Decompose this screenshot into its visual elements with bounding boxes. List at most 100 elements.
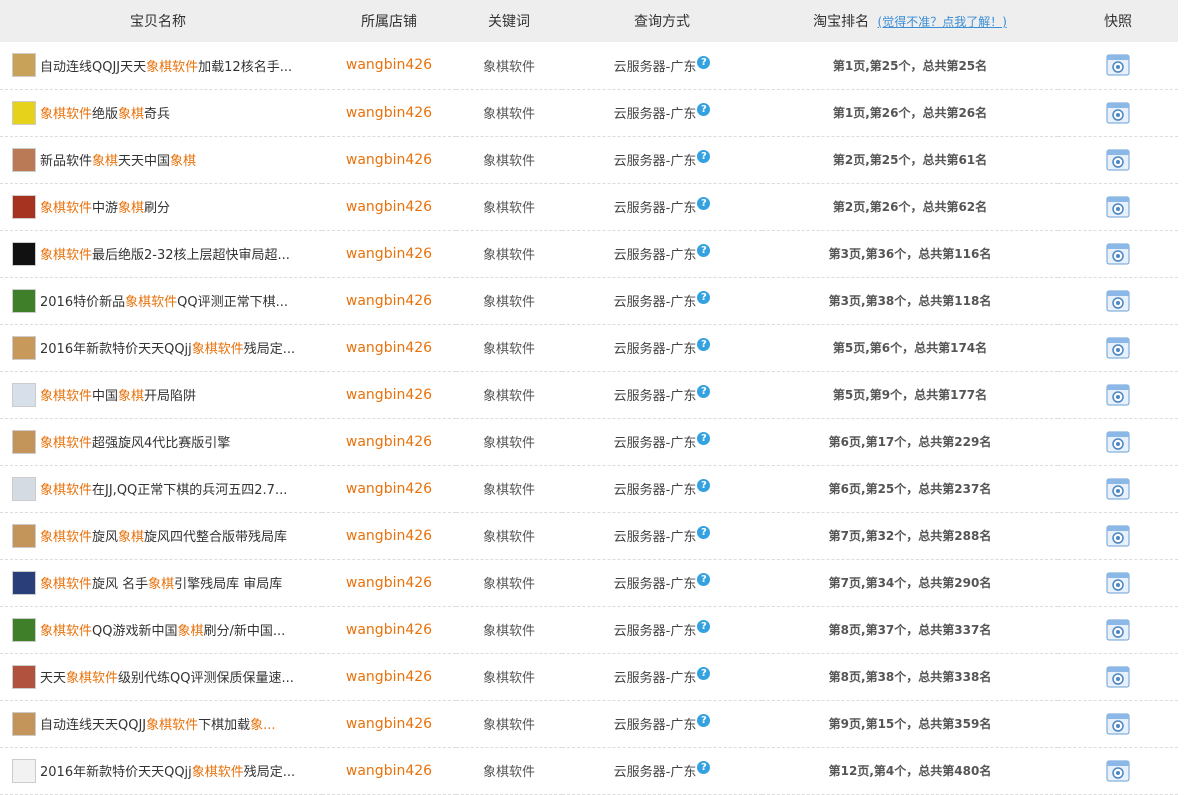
- snapshot-icon[interactable]: [1106, 383, 1130, 407]
- snapshot-icon[interactable]: [1106, 477, 1130, 501]
- item-title-link[interactable]: 象棋软件绝版象棋奇兵: [40, 103, 170, 122]
- store-link[interactable]: wangbin426: [346, 763, 432, 779]
- item-title-link[interactable]: 天天象棋软件级别代练QQ评测保质保量速...: [40, 667, 294, 686]
- store-link[interactable]: wangbin426: [346, 293, 432, 309]
- store-link[interactable]: wangbin426: [346, 246, 432, 262]
- query-method-text: 云服务器-广东: [613, 436, 697, 451]
- item-thumbnail[interactable]: [12, 382, 36, 407]
- snapshot-icon[interactable]: [1106, 430, 1130, 454]
- store-link[interactable]: wangbin426: [346, 669, 432, 685]
- item-thumbnail[interactable]: [12, 194, 36, 219]
- snapshot-icon[interactable]: [1106, 712, 1130, 736]
- question-icon[interactable]: ?: [697, 432, 711, 445]
- item-title-link[interactable]: 象棋软件在JJ,QQ正常下棋的兵河五四2.7...: [40, 479, 287, 498]
- snapshot-cell: [1058, 418, 1178, 465]
- item-name-cell: 象棋软件旋风 名手象棋引擎残局库 审局库: [0, 559, 322, 606]
- question-icon[interactable]: ?: [697, 761, 711, 774]
- item-thumbnail[interactable]: [12, 241, 36, 266]
- store-cell: wangbin426: [322, 136, 456, 183]
- question-icon[interactable]: ?: [697, 55, 711, 69]
- snapshot-icon[interactable]: [1106, 336, 1130, 360]
- item-thumbnail[interactable]: [12, 758, 36, 783]
- item-title-link[interactable]: 2016特价新品象棋软件QQ评测正常下棋...: [40, 291, 288, 310]
- item-name-cell: 天天象棋软件级别代练QQ评测保质保量速...: [0, 653, 322, 700]
- question-icon[interactable]: ?: [697, 197, 711, 210]
- snapshot-icon[interactable]: [1106, 148, 1130, 172]
- item-title-link[interactable]: 自动连线天天QQJJ象棋软件下棋加载象...: [40, 714, 276, 733]
- store-link[interactable]: wangbin426: [346, 716, 432, 732]
- item-title-link[interactable]: 自动连线QQJJ天天象棋软件加载12核名手...: [40, 56, 292, 75]
- query-method-text: 云服务器-广东: [613, 718, 697, 733]
- snapshot-icon[interactable]: [1106, 571, 1130, 595]
- header-query-method: 查询方式: [634, 14, 690, 30]
- item-thumbnail[interactable]: [12, 53, 36, 78]
- item-title-link[interactable]: 象棋软件中国象棋开局陷阱: [40, 385, 196, 404]
- question-icon[interactable]: ?: [697, 667, 711, 680]
- item-thumbnail[interactable]: [12, 100, 36, 125]
- item-title-link[interactable]: 新品软件象棋天天中国象棋: [40, 150, 196, 169]
- item-thumbnail[interactable]: [12, 711, 36, 736]
- question-icon[interactable]: ?: [697, 714, 711, 727]
- store-link[interactable]: wangbin426: [346, 152, 432, 168]
- item-thumbnail[interactable]: [12, 617, 36, 642]
- query-method-text: 云服务器-广东: [613, 248, 697, 263]
- snapshot-icon[interactable]: [1106, 101, 1130, 125]
- question-icon[interactable]: ?: [697, 103, 711, 116]
- store-link[interactable]: wangbin426: [346, 528, 432, 544]
- item-name-cell: 新品软件象棋天天中国象棋: [0, 136, 322, 183]
- title-highlight: 象棋: [92, 154, 119, 169]
- question-icon[interactable]: ?: [697, 291, 711, 304]
- item-thumbnail[interactable]: [12, 288, 36, 313]
- item-title-link[interactable]: 象棋软件旋风 名手象棋引擎残局库 审局库: [40, 573, 282, 592]
- item-thumbnail[interactable]: [12, 523, 36, 548]
- snapshot-icon[interactable]: [1106, 618, 1130, 642]
- item-thumbnail[interactable]: [12, 664, 36, 689]
- item-thumbnail[interactable]: [12, 335, 36, 360]
- rank-cell: 第6页,第25个，总共第237名: [828, 482, 992, 496]
- snapshot-icon[interactable]: [1106, 665, 1130, 689]
- snapshot-cell: [1058, 277, 1178, 324]
- question-icon[interactable]: ?: [697, 573, 711, 586]
- question-icon[interactable]: ?: [697, 526, 711, 539]
- snapshot-icon[interactable]: [1106, 242, 1130, 266]
- store-link[interactable]: wangbin426: [346, 105, 432, 121]
- question-icon[interactable]: ?: [697, 620, 711, 633]
- question-icon[interactable]: ?: [697, 244, 711, 257]
- item-thumbnail[interactable]: [12, 429, 36, 454]
- store-link[interactable]: wangbin426: [346, 57, 432, 73]
- store-link[interactable]: wangbin426: [346, 481, 432, 497]
- store-link[interactable]: wangbin426: [346, 199, 432, 215]
- item-thumbnail[interactable]: [12, 147, 36, 172]
- question-icon[interactable]: ?: [697, 150, 711, 163]
- store-link[interactable]: wangbin426: [346, 387, 432, 403]
- question-icon[interactable]: ?: [697, 338, 711, 351]
- rank-accuracy-help-link[interactable]: (觉得不准？点我了解！): [878, 15, 1007, 29]
- item-title-link[interactable]: 2016年新款特价天天QQjj象棋软件残局定...: [40, 761, 295, 780]
- store-link[interactable]: wangbin426: [346, 622, 432, 638]
- snapshot-icon[interactable]: [1106, 53, 1130, 77]
- store-link[interactable]: wangbin426: [346, 340, 432, 356]
- item-title-link[interactable]: 象棋软件中游象棋刷分: [40, 197, 170, 216]
- question-icon[interactable]: ?: [697, 479, 711, 492]
- item-thumbnail[interactable]: [12, 570, 36, 595]
- header-rank-label: 淘宝排名: [813, 14, 870, 30]
- snapshot-icon[interactable]: [1106, 759, 1130, 783]
- item-title-link[interactable]: 象棋软件旋风象棋旋风四代整合版带残局库: [40, 526, 287, 545]
- query-method-cell: 云服务器-广东?: [562, 371, 762, 418]
- snapshot-cell: [1058, 371, 1178, 418]
- rank-cell: 第1页,第25个，总共第25名: [832, 58, 988, 73]
- keyword-cell: 象棋软件: [482, 295, 535, 310]
- snapshot-icon[interactable]: [1106, 524, 1130, 548]
- item-title-link[interactable]: 2016年新款特价天天QQjj象棋软件残局定...: [40, 338, 295, 357]
- snapshot-icon[interactable]: [1106, 289, 1130, 313]
- question-icon[interactable]: ?: [697, 385, 711, 398]
- item-title-link[interactable]: 象棋软件超强旋风4代比赛版引擎: [40, 432, 230, 451]
- item-title-link[interactable]: 象棋软件QQ游戏新中国象棋刷分/新中国...: [40, 620, 285, 639]
- title-text: 2016特价新品: [40, 295, 126, 310]
- snapshot-icon[interactable]: [1106, 195, 1130, 219]
- header-taobao-rank: 淘宝排名 (觉得不准？点我了解！): [762, 0, 1058, 42]
- store-link[interactable]: wangbin426: [346, 434, 432, 450]
- store-link[interactable]: wangbin426: [346, 575, 432, 591]
- item-thumbnail[interactable]: [12, 476, 36, 501]
- item-title-link[interactable]: 象棋软件最后绝版2-32核上层超快审局超...: [40, 244, 290, 263]
